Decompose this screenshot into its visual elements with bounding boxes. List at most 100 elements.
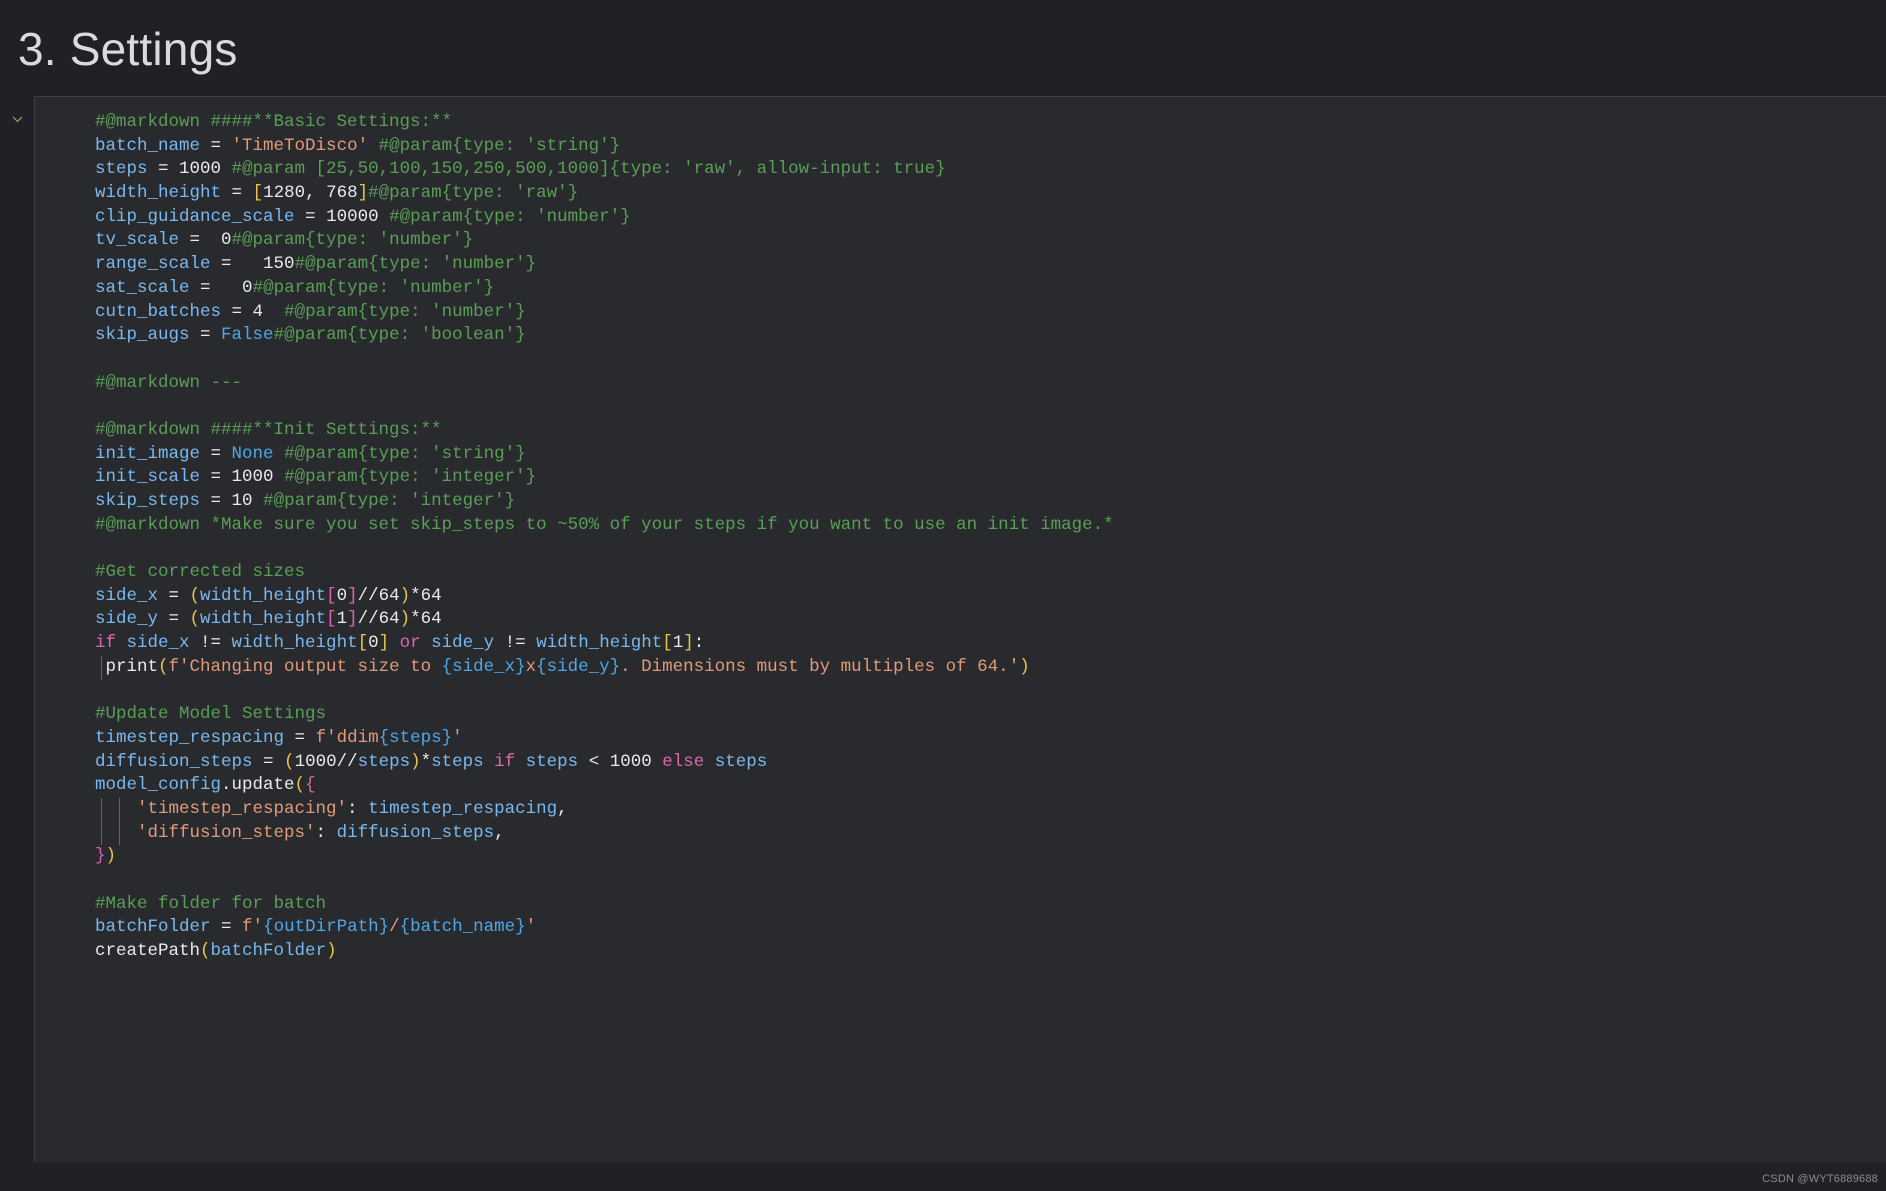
code-line: #Get corrected sizes [35,561,1886,585]
indent-guide [119,797,120,822]
code-token: skip_steps [95,491,211,511]
code-token: #@markdown ####**Basic Settings:** [95,112,453,132]
code-token: False [221,325,274,346]
code-line: batchFolder = f'{outDirPath}/{batch_name… [35,916,1886,940]
code-token: // [336,751,358,772]
code-token: batchFolder [95,917,222,938]
code-token: #@param [25,50,100,150,250,500,1000]{typ… [231,159,946,180]
code-token: 1280, 768 [263,183,358,204]
code-token: diffusion_steps [95,751,264,772]
code-line: width_height = [1280, 768]#@param{type: … [35,182,1886,206]
code-token: tv_scale [95,230,190,251]
code-token: { [305,775,316,796]
code-token: 'timestep_respacing' [95,798,348,819]
code-token: //64 [357,585,400,606]
code-token: 10 [231,491,264,511]
code-token: width_height [536,633,663,654]
code-token: = [210,443,232,464]
code-token: steps [357,751,411,772]
code-token: #@param{type: 'number'} [231,230,474,251]
code-line: }) [35,845,1886,869]
code-token: 0 [221,230,232,251]
code-token: side_x [126,633,201,654]
code-line: 'diffusion_steps': diffusion_steps, [35,821,1886,846]
notebook-page: 3. Settings #@markdown ####**Basic Setti… [0,0,1886,1191]
code-token: clip_guidance_scale [95,206,306,227]
code-token: #@markdown ####**Init Settings:** [95,419,442,440]
code-token: = [231,301,253,322]
code-token: timestep_respacing [368,798,558,819]
code-line: #@markdown ####**Init Settings:** [35,419,1886,443]
code-token: = [221,917,243,938]
code-token: = [221,254,264,275]
code-token: range_scale [95,254,222,275]
code-token: createPath [95,941,201,962]
code-token: steps [95,159,159,180]
code-token: ' [525,917,537,938]
page-title: 3. Settings [18,23,238,75]
code-token: < [588,751,610,772]
section-header: 3. Settings [0,0,1886,96]
code-token: side_y [95,609,169,630]
code-token: [ [326,609,337,630]
code-line: batch_name = 'TimeToDisco' #@param{type:… [35,135,1886,159]
code-token: steps [525,751,589,772]
code-token: {batch_name} [399,917,526,938]
code-token: = [305,206,327,227]
code-line: if side_x != width_height[0] or side_y !… [35,632,1886,656]
code-token: : [347,798,369,819]
code-token: = [168,609,190,630]
code-line: #@markdown *Make sure you set skip_steps… [35,514,1886,538]
code-token: #@markdown *Make sure you set skip_steps… [95,514,1114,535]
collapse-toggle[interactable] [6,108,28,130]
code-token: f' [242,917,264,938]
code-token: {side_x} [441,656,526,677]
code-editor[interactable]: #@markdown ####**Basic Settings:** batch_… [35,97,1886,964]
code-token: , [557,798,568,819]
code-token: #@param{type: 'string'} [284,443,526,464]
code-token: cutn_batches [95,301,232,322]
code-line: timestep_respacing = f'ddim{steps}' [35,727,1886,751]
code-token: timestep_respacing [95,727,295,748]
code-token: #@param{type: 'number'} [284,301,526,322]
code-token: ) [1019,656,1030,677]
code-token: steps [714,751,768,772]
code-token: width_height [95,183,232,204]
code-token: ) [326,941,337,962]
code-token: .update [221,775,295,796]
code-token: ] [378,633,390,654]
code-token: #Get corrected sizes [95,562,306,583]
code-token: ( [189,609,201,630]
code-token: [ [326,585,337,606]
code-token: f'ddim [315,727,379,748]
code-token: {outDirPath} [263,917,390,938]
watermark: CSDN @WYT6889688 [1762,1173,1878,1185]
code-token: = [210,491,232,511]
code-line: model_config.update({ [35,774,1886,798]
code-cell-wrapper: #@markdown ####**Basic Settings:** batch_… [12,96,1886,1162]
code-token: #@param{type: 'integer'} [263,491,516,511]
code-token: != [200,633,232,654]
code-token: 0 [368,633,379,654]
code-line: tv_scale = 0#@param{type: 'number'} [35,229,1886,253]
indent-guide [101,797,102,822]
code-token: * [420,751,432,772]
code-cell[interactable]: #@markdown ####**Basic Settings:** batch_… [34,96,1886,1162]
code-line: side_x = (width_height[0]//64)*64 [35,585,1886,609]
code-token: #@param{type: 'raw'} [368,183,579,204]
code-token: ) [399,585,411,606]
code-token: ) [410,751,421,772]
code-token: [ [357,633,369,654]
code-line: 'timestep_respacing': timestep_respacing… [35,797,1886,822]
code-line: skip_steps = 10 #@param{type: 'integer'} [35,490,1886,514]
code-token: 4 [252,301,285,322]
code-token: 150 [263,254,295,275]
code-token: 1 [336,609,348,630]
code-token: , [494,822,505,843]
code-token: ] [357,183,369,204]
code-token: = [189,230,222,251]
code-token: 'TimeToDisco' [231,135,379,156]
